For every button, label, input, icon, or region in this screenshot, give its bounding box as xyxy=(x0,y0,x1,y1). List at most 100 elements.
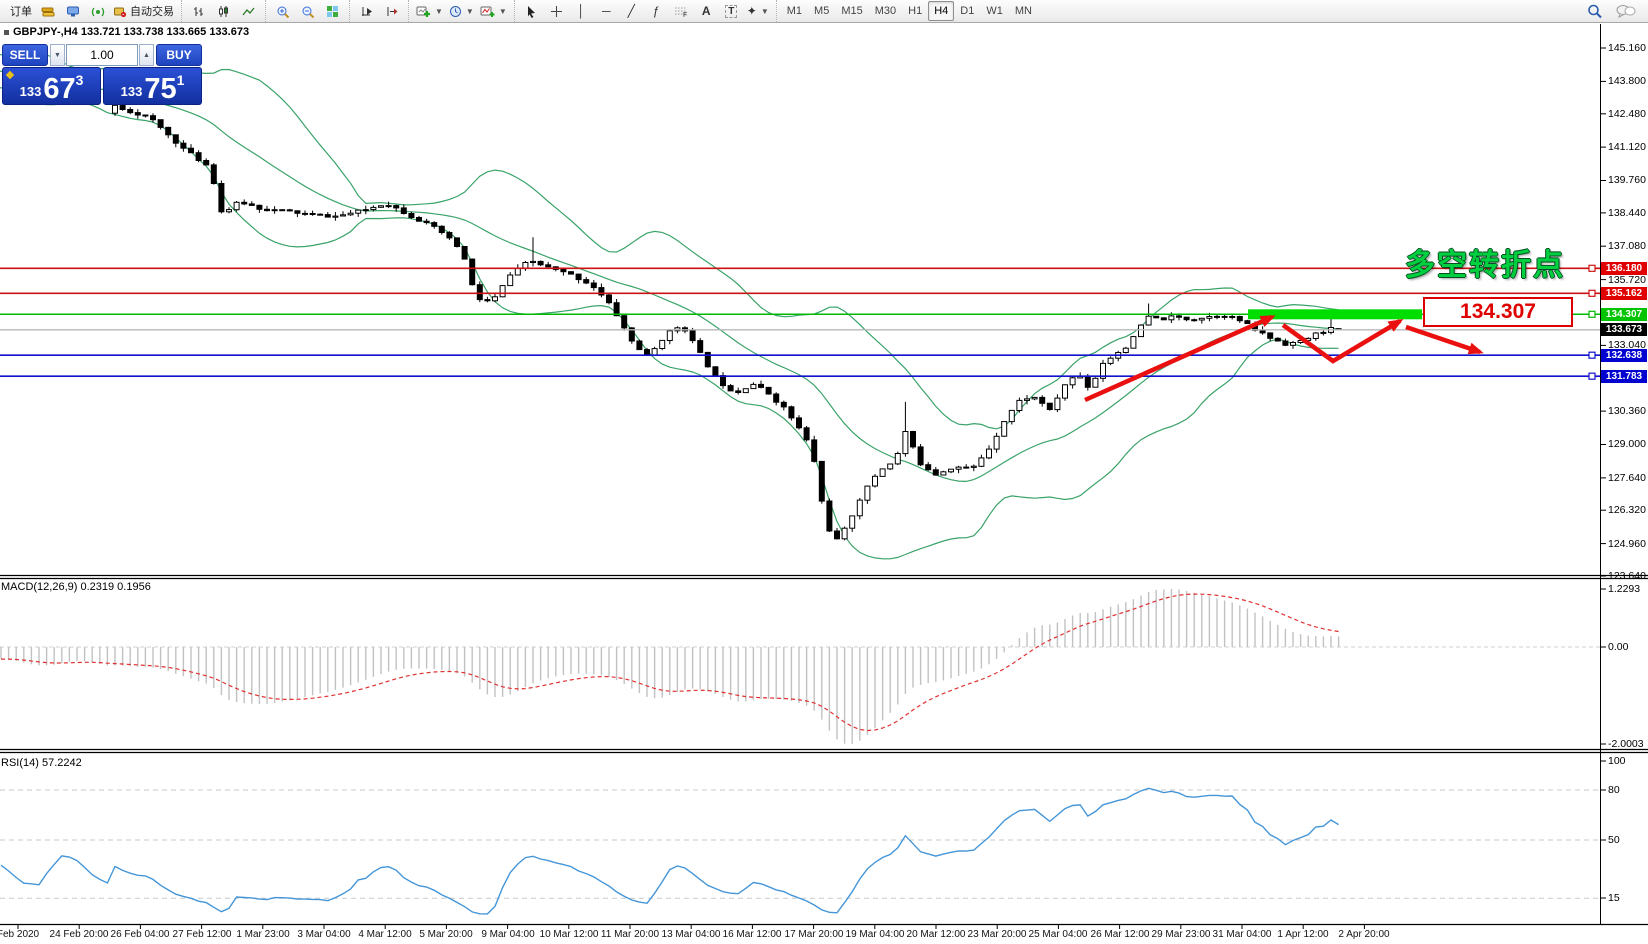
bar-chart-icon xyxy=(192,5,205,18)
chart-shift-button[interactable] xyxy=(379,1,404,22)
crosshair-button[interactable] xyxy=(544,1,569,22)
buy-price-sup: 1 xyxy=(177,72,185,88)
fibonacci-button[interactable]: ƒ xyxy=(644,1,669,22)
chat-button[interactable] xyxy=(1613,1,1639,22)
tab-timeframe-H4[interactable]: H4 xyxy=(928,1,954,21)
tab-timeframe-M5[interactable]: M5 xyxy=(808,1,835,21)
hline-handle[interactable] xyxy=(1589,373,1595,379)
symbol-header: GBPJPY-,H4 133.721 133.738 133.665 133.6… xyxy=(4,26,249,38)
sell-price-box[interactable]: 133 67 3 xyxy=(2,67,101,105)
price-badge: 136.180 xyxy=(1601,262,1647,275)
time-axis-label: 11 Mar 20:00 xyxy=(601,929,659,940)
symbol-ohlc-text: GBPJPY-,H4 133.721 133.738 133.665 133.6… xyxy=(13,26,249,38)
toolbar-group-scroll xyxy=(349,0,408,22)
new-chart-button[interactable]: ▼ xyxy=(413,1,446,22)
time-axis-label: 1 Apr 12:00 xyxy=(1277,929,1328,940)
autotrading-label: 自动交易 xyxy=(130,3,174,19)
text-button[interactable]: A xyxy=(694,1,719,22)
axis-ticks xyxy=(18,48,1606,929)
rsi-label: RSI(14) 57.2242 xyxy=(1,757,82,769)
auto-scroll-button[interactable] xyxy=(354,1,379,22)
buy-price-box[interactable]: 133 75 1 xyxy=(103,67,202,105)
hline-handle[interactable] xyxy=(1589,311,1595,317)
toolbar: 订单 自动交易 ▼ ▼ ▼ │ ─ xyxy=(0,0,1648,23)
tab-timeframe-W1[interactable]: W1 xyxy=(980,1,1009,21)
chart-canvas[interactable] xyxy=(0,0,1648,944)
time-axis-label: 20 Mar 12:00 xyxy=(907,929,966,940)
new-order-button[interactable]: 订单 xyxy=(7,1,35,22)
price-badge: 132.638 xyxy=(1601,349,1647,362)
turning-point-annotation[interactable]: 多空转折点 xyxy=(1405,240,1565,284)
toolbar-group-chart-type xyxy=(181,0,265,22)
hline-handle[interactable] xyxy=(1589,290,1595,296)
buy-label: BUY xyxy=(166,48,191,62)
trend-arrow[interactable] xyxy=(1406,327,1480,352)
price-callout-label[interactable]: 134.307 xyxy=(1423,297,1573,327)
cursor-button[interactable] xyxy=(519,1,544,22)
volume-input[interactable]: 1.00 xyxy=(66,44,138,66)
sell-price-prefix: 133 xyxy=(20,84,42,99)
buy-button[interactable]: BUY xyxy=(156,44,202,66)
price-callout-value: 134.307 xyxy=(1460,300,1536,324)
indicators-button[interactable]: ▼ xyxy=(477,1,510,22)
tab-timeframe-M15[interactable]: M15 xyxy=(835,1,868,21)
market-watch-button[interactable] xyxy=(35,1,60,22)
resistance-highlight-bar[interactable] xyxy=(1248,309,1422,319)
zoom-in-button[interactable] xyxy=(270,1,295,22)
rsi-line xyxy=(1,788,1339,914)
toolbar-group-windows: ▼ ▼ ▼ xyxy=(408,0,514,22)
volume-decrease-button[interactable]: ▼ xyxy=(50,44,65,66)
new-order-label: 订单 xyxy=(10,3,32,19)
candlestick-chart-button[interactable] xyxy=(211,1,236,22)
panel-separators xyxy=(0,576,1648,925)
search-button[interactable] xyxy=(1582,1,1607,22)
price-badge: 133.673 xyxy=(1601,323,1647,336)
text-label-button[interactable]: T xyxy=(719,1,744,22)
trendline-button[interactable]: ╱ xyxy=(619,1,644,22)
line-chart-button[interactable] xyxy=(236,1,261,22)
candles-layer xyxy=(113,102,1342,540)
shapes-button[interactable]: ✦▼ xyxy=(744,1,772,22)
data-window-button[interactable] xyxy=(60,1,85,22)
tab-timeframe-D1[interactable]: D1 xyxy=(954,1,980,21)
time-axis-label: 26 Mar 12:00 xyxy=(1091,929,1150,940)
macd-tick-label: -2.0003 xyxy=(1608,738,1644,750)
zoom-out-button[interactable] xyxy=(295,1,320,22)
price-tick-label: 135.720 xyxy=(1608,274,1646,286)
tab-timeframe-M1[interactable]: M1 xyxy=(781,1,808,21)
hline-handle[interactable] xyxy=(1589,265,1595,271)
toolbar-group-timeframes: M1M5M15M30H1H4D1W1MN xyxy=(776,0,1042,22)
horizontal-line-button[interactable]: ─ xyxy=(594,1,619,22)
tab-timeframe-M30[interactable]: M30 xyxy=(869,1,902,21)
price-tick-label: 130.360 xyxy=(1608,405,1646,417)
time-axis-label: 25 Mar 04:00 xyxy=(1029,929,1088,940)
line-chart-icon xyxy=(242,5,255,18)
tile-windows-button[interactable] xyxy=(320,1,345,22)
indicators-icon xyxy=(480,5,495,18)
hline-handle[interactable] xyxy=(1589,352,1595,358)
sell-button[interactable]: SELL xyxy=(2,44,48,66)
signals-button[interactable] xyxy=(85,1,110,22)
rsi-tick-label: 15 xyxy=(1608,892,1620,904)
tab-timeframe-H1[interactable]: H1 xyxy=(902,1,928,21)
time-axis-label: 24 Feb 20:00 xyxy=(50,929,109,940)
sell-price-sup: 3 xyxy=(76,72,84,88)
sell-price-main: 67 xyxy=(43,77,75,102)
vertical-line-button[interactable]: │ xyxy=(569,1,594,22)
volume-increase-button[interactable]: ▲ xyxy=(139,44,154,66)
volume-stepper: ▼ 1.00 ▲ xyxy=(50,44,154,66)
price-tick-label: 126.320 xyxy=(1608,504,1646,516)
cycle-lines-button[interactable]: F xyxy=(669,1,694,22)
trendline-icon: ╱ xyxy=(628,5,635,17)
price-tick-label: 129.000 xyxy=(1608,438,1646,450)
bar-chart-button[interactable] xyxy=(186,1,211,22)
autotrading-button[interactable]: 自动交易 xyxy=(110,1,177,22)
price-tick-label: 145.160 xyxy=(1608,42,1646,54)
chevron-down-icon: ▼ xyxy=(499,7,507,16)
profiles-button[interactable]: ▼ xyxy=(446,1,477,22)
cycle-lines-icon: F xyxy=(674,5,688,18)
time-axis-label: 19 Mar 04:00 xyxy=(846,929,905,940)
price-tick-label: 141.120 xyxy=(1608,141,1646,153)
shapes-icon: ✦ xyxy=(747,5,757,17)
tab-timeframe-MN[interactable]: MN xyxy=(1009,1,1038,21)
